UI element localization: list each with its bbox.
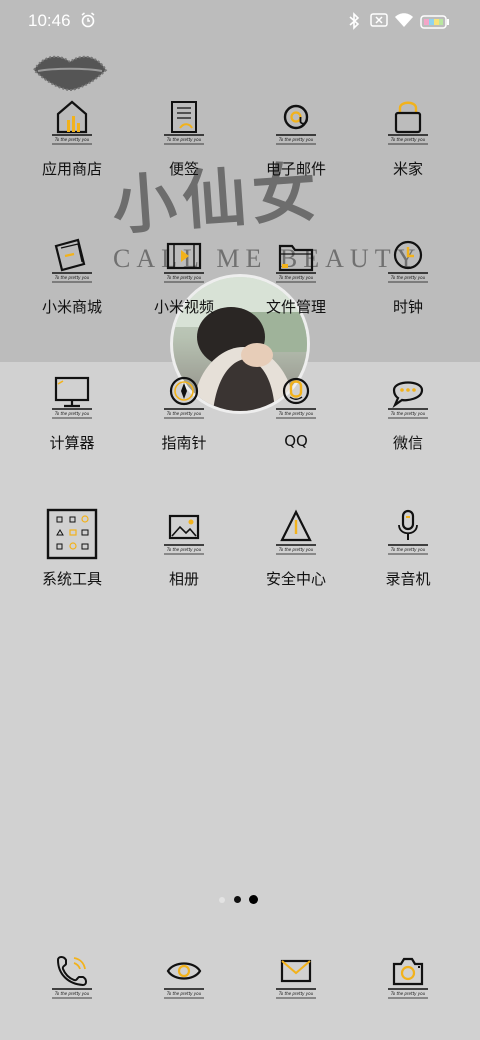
app-clock[interactable]: To the pretty you 时钟 bbox=[352, 234, 464, 354]
icon-motto: To the pretty you bbox=[55, 137, 90, 142]
page-indicator bbox=[0, 894, 480, 906]
icon-motto: To the pretty you bbox=[279, 137, 314, 142]
smart-lock-icon: To the pretty you bbox=[380, 96, 436, 152]
app-gallery[interactable]: To the pretty you 相册 bbox=[128, 506, 240, 626]
icon-motto: To the pretty you bbox=[167, 411, 202, 416]
app-qq-penguin[interactable]: To the pretty you QQ bbox=[240, 370, 352, 490]
icon-motto: To the pretty you bbox=[279, 411, 314, 416]
shop-book-icon: To the pretty you bbox=[44, 234, 100, 290]
notepad-icon: To the pretty you bbox=[156, 96, 212, 152]
app-monitor[interactable]: To the pretty you 计算器 bbox=[16, 370, 128, 490]
camera-icon[interactable]: To the pretty you bbox=[380, 950, 436, 1006]
app-shop-book[interactable]: To the pretty you 小米商城 bbox=[16, 234, 128, 354]
app-label: 时钟 bbox=[392, 298, 423, 316]
app-microphone[interactable]: To the pretty you 录音机 bbox=[352, 506, 464, 626]
app-tools-folder[interactable]: 系统工具 bbox=[16, 506, 128, 626]
sim-disabled-icon bbox=[370, 12, 388, 32]
app-label: 计算器 bbox=[49, 434, 95, 452]
video-play-icon: To the pretty you bbox=[156, 234, 212, 290]
compass-icon: To the pretty you bbox=[156, 370, 212, 426]
store-house-icon: To the pretty you bbox=[44, 96, 100, 152]
icon-motto: To the pretty you bbox=[167, 137, 202, 142]
bluetooth-icon bbox=[348, 12, 360, 34]
app-label: 便签 bbox=[168, 160, 199, 178]
app-label: 小米视频 bbox=[153, 298, 214, 316]
icon-motto: To the pretty you bbox=[279, 991, 314, 996]
microphone-icon: To the pretty you bbox=[380, 506, 436, 562]
icon-motto: To the pretty you bbox=[279, 275, 314, 280]
app-chat-bubble[interactable]: To the pretty you 微信 bbox=[352, 370, 464, 490]
status-bar: 10:46 bbox=[0, 0, 480, 44]
alarm-icon bbox=[80, 12, 96, 32]
app-label: 录音机 bbox=[385, 570, 431, 588]
folder-icon: To the pretty you bbox=[268, 234, 324, 290]
icon-motto: To the pretty you bbox=[55, 411, 90, 416]
status-time: 10:46 bbox=[28, 11, 71, 30]
app-store-house[interactable]: To the pretty you 应用商店 bbox=[16, 96, 128, 216]
app-label: 安全中心 bbox=[265, 570, 326, 588]
app-label: 指南针 bbox=[161, 434, 207, 452]
app-notepad[interactable]: To the pretty you 便签 bbox=[128, 96, 240, 216]
icon-motto: To the pretty you bbox=[167, 275, 202, 280]
app-compass[interactable]: To the pretty you 指南针 bbox=[128, 370, 240, 490]
tools-folder-icon bbox=[44, 506, 100, 562]
icon-motto: To the pretty you bbox=[55, 275, 90, 280]
battery-icon bbox=[420, 14, 450, 33]
app-label: 米家 bbox=[392, 160, 423, 178]
app-smart-lock[interactable]: To the pretty you 米家 bbox=[352, 96, 464, 216]
clock-icon: To the pretty you bbox=[380, 234, 436, 290]
lips-icon bbox=[30, 50, 110, 96]
app-label: 系统工具 bbox=[41, 570, 102, 588]
app-video-play[interactable]: To the pretty you 小米视频 bbox=[128, 234, 240, 354]
app-email-at[interactable]: To the pretty you 电子邮件 bbox=[240, 96, 352, 216]
message-envelope-icon[interactable]: To the pretty you bbox=[268, 950, 324, 1006]
page-dot-1[interactable] bbox=[219, 897, 225, 903]
app-label: 微信 bbox=[392, 434, 423, 452]
app-label: QQ bbox=[284, 432, 308, 450]
qq-penguin-icon: To the pretty you bbox=[268, 370, 324, 426]
app-label: 小米商城 bbox=[41, 298, 102, 316]
icon-motto: To the pretty you bbox=[391, 991, 426, 996]
phone-icon[interactable]: To the pretty you bbox=[44, 950, 100, 1006]
icon-motto: To the pretty you bbox=[167, 991, 202, 996]
app-folder[interactable]: To the pretty you 文件管理 bbox=[240, 234, 352, 354]
icon-motto: To the pretty you bbox=[55, 991, 90, 996]
icon-motto: To the pretty you bbox=[391, 137, 426, 142]
email-at-icon: To the pretty you bbox=[268, 96, 324, 152]
page-dot-2[interactable] bbox=[234, 896, 241, 903]
monitor-icon: To the pretty you bbox=[44, 370, 100, 426]
app-security-triangle[interactable]: To the pretty you 安全中心 bbox=[240, 506, 352, 626]
wifi-icon bbox=[394, 12, 414, 32]
eye-icon[interactable]: To the pretty you bbox=[156, 950, 212, 1006]
icon-motto: To the pretty you bbox=[279, 547, 314, 552]
app-label: 文件管理 bbox=[265, 298, 326, 316]
app-label: 相册 bbox=[168, 570, 199, 588]
page-dot-3[interactable] bbox=[249, 895, 258, 904]
app-label: 电子邮件 bbox=[265, 160, 326, 178]
security-triangle-icon: To the pretty you bbox=[268, 506, 324, 562]
app-label: 应用商店 bbox=[41, 160, 102, 178]
icon-motto: To the pretty you bbox=[391, 411, 426, 416]
icon-motto: To the pretty you bbox=[167, 547, 202, 552]
chat-bubble-icon: To the pretty you bbox=[380, 370, 436, 426]
gallery-icon: To the pretty you bbox=[156, 506, 212, 562]
icon-motto: To the pretty you bbox=[391, 547, 426, 552]
icon-motto: To the pretty you bbox=[391, 275, 426, 280]
